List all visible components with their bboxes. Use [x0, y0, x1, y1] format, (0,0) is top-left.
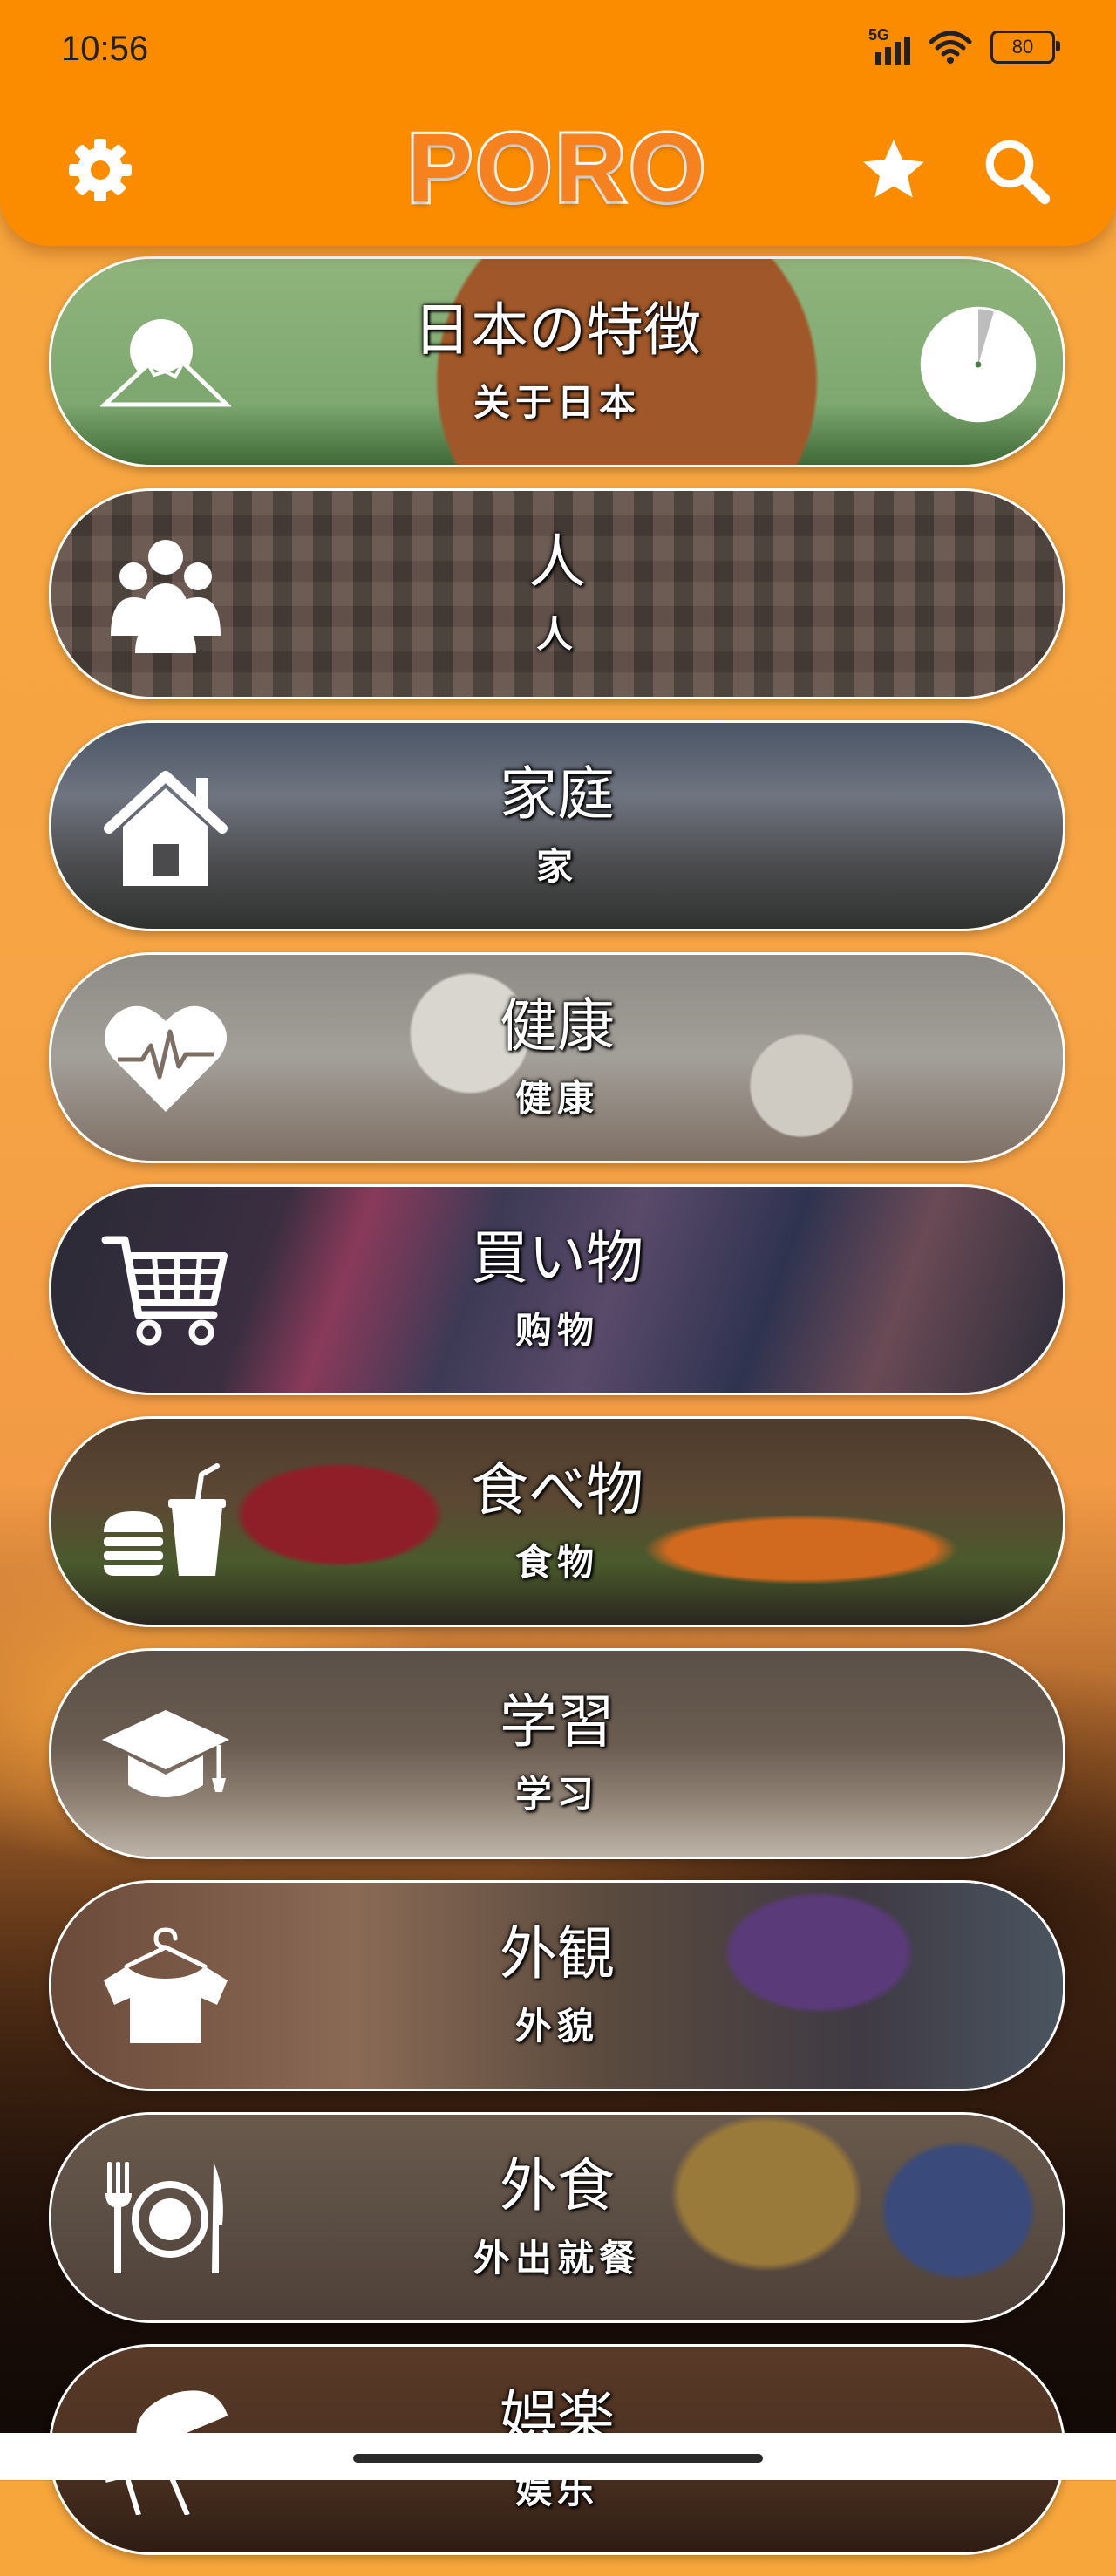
card-texts: 家庭 家: [51, 723, 1063, 929]
status-time: 10:56: [61, 30, 149, 68]
category-title-jp: 外観: [500, 1919, 615, 1987]
card-texts: 外食 外出就餐: [51, 2115, 1063, 2320]
category-title-cn: 家: [535, 845, 578, 889]
card-texts: 学習 学习: [51, 1651, 1063, 1857]
category-title-jp: 食べ物: [471, 1455, 643, 1523]
category-title-cn: 健康: [514, 1077, 599, 1121]
status-icons: 5G 80: [868, 26, 1060, 65]
category-title-cn: 关于日本: [473, 381, 641, 425]
category-title-cn: 学习: [514, 1773, 599, 1816]
app-header: 10:56 5G 80 PORO: [0, 0, 1116, 246]
category-title-jp: 家庭: [500, 760, 615, 828]
favorites-button[interactable]: [854, 131, 933, 209]
category-title-cn: 购物: [514, 1309, 599, 1353]
status-bar: 10:56 5G 80: [0, 0, 1116, 96]
category-title-cn: 人: [535, 613, 578, 657]
category-title-jp: 外食: [500, 2151, 615, 2219]
category-title-jp: 買い物: [471, 1223, 643, 1291]
category-japan-features[interactable]: 日本の特徴 关于日本: [49, 256, 1065, 467]
category-eating-out[interactable]: 外食 外出就餐: [49, 2112, 1065, 2323]
network-type: 5G: [868, 26, 890, 44]
card-texts: 人 人: [51, 491, 1063, 697]
category-title-cn: 外貌: [514, 2005, 599, 2048]
search-icon: [985, 140, 1051, 205]
star-icon: [863, 140, 924, 198]
card-texts: 外観 外貌: [51, 1883, 1063, 2089]
category-title-cn: 外出就餐: [473, 2237, 641, 2280]
battery-indicator: 80: [990, 31, 1060, 64]
app-logo: PORO: [405, 111, 709, 225]
category-home[interactable]: 家庭 家: [49, 720, 1065, 931]
category-appearance[interactable]: 外観 外貌: [49, 1880, 1065, 2091]
card-texts: 健康 健康: [51, 955, 1063, 1161]
category-list: 日本の特徴 关于日本 人 人 家庭 家 健康 健康 買い物 购物 食べ物 食物 …: [49, 256, 1065, 2576]
category-shopping[interactable]: 買い物 购物: [49, 1184, 1065, 1395]
home-indicator[interactable]: [353, 2454, 763, 2463]
progress-pie-icon: [920, 306, 1037, 423]
category-study[interactable]: 学習 学习: [49, 1648, 1065, 1859]
category-title-jp: 健康: [500, 992, 615, 1060]
card-texts: 買い物 购物: [51, 1187, 1063, 1393]
category-title-jp: 学習: [500, 1687, 615, 1755]
card-texts: 食べ物 食物: [51, 1419, 1063, 1625]
category-food[interactable]: 食べ物 食物: [49, 1416, 1065, 1627]
category-people[interactable]: 人 人: [49, 488, 1065, 699]
category-health[interactable]: 健康 健康: [49, 952, 1065, 1163]
category-title-jp: 人: [528, 528, 586, 596]
search-button[interactable]: [976, 131, 1055, 209]
category-title-jp: 日本の特徴: [413, 296, 701, 364]
card-texts: 日本の特徴 关于日本: [51, 259, 1063, 465]
category-title-cn: 食物: [514, 1541, 599, 1584]
signal-icon: 5G: [868, 26, 910, 65]
wifi-icon: [929, 31, 972, 64]
